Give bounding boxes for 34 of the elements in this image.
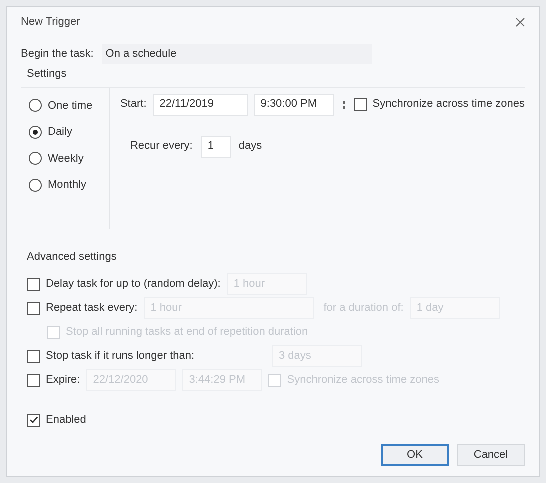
radio-button[interactable] bbox=[29, 178, 42, 192]
repeat-label: Repeat task every: bbox=[46, 300, 138, 316]
time-field[interactable]: 9:30:00 PM bbox=[254, 94, 334, 116]
dialog-button[interactable]: Cancel bbox=[457, 444, 525, 466]
checkbox[interactable] bbox=[354, 98, 367, 111]
schedule-label: One time bbox=[48, 98, 93, 114]
schedule-label: Monthly bbox=[48, 178, 87, 193]
expire-label: Expire: bbox=[46, 372, 80, 388]
radio-button[interactable] bbox=[29, 152, 42, 166]
window-title: New Trigger bbox=[21, 14, 80, 30]
start-label: Start: bbox=[120, 97, 147, 112]
dialog-button[interactable]: OK bbox=[381, 444, 449, 466]
schedule-label: Weekly bbox=[48, 152, 84, 166]
recur-label: Recur every: bbox=[130, 139, 193, 154]
radio-button[interactable] bbox=[29, 126, 42, 139]
settings-heading: Settings bbox=[27, 67, 68, 82]
enabled-label: Enabled bbox=[46, 412, 86, 428]
stop-label: Stop task if it runs longer than: bbox=[46, 348, 196, 364]
delay-label: Delay task for up to (random delay): bbox=[46, 276, 221, 292]
recur-field[interactable]: 1 bbox=[200, 136, 231, 158]
sync-label: Synchronize across time zones bbox=[372, 97, 525, 112]
close-icon[interactable] bbox=[516, 18, 525, 26]
checkbox[interactable] bbox=[27, 374, 40, 386]
checkbox[interactable] bbox=[27, 350, 40, 362]
checkbox[interactable] bbox=[27, 302, 40, 314]
checkbox[interactable] bbox=[27, 414, 40, 426]
radio-button[interactable] bbox=[29, 99, 42, 112]
recur-unit: days bbox=[238, 139, 262, 154]
begin-label: Begin the task: bbox=[21, 46, 94, 62]
date-field[interactable]: 22/11/2019 bbox=[152, 94, 248, 116]
schedule-label: Daily bbox=[48, 125, 72, 140]
begin-dropdown[interactable]: On a schedule bbox=[102, 44, 372, 64]
advanced-heading: Advanced settings bbox=[27, 250, 118, 264]
checkbox[interactable] bbox=[27, 278, 40, 290]
